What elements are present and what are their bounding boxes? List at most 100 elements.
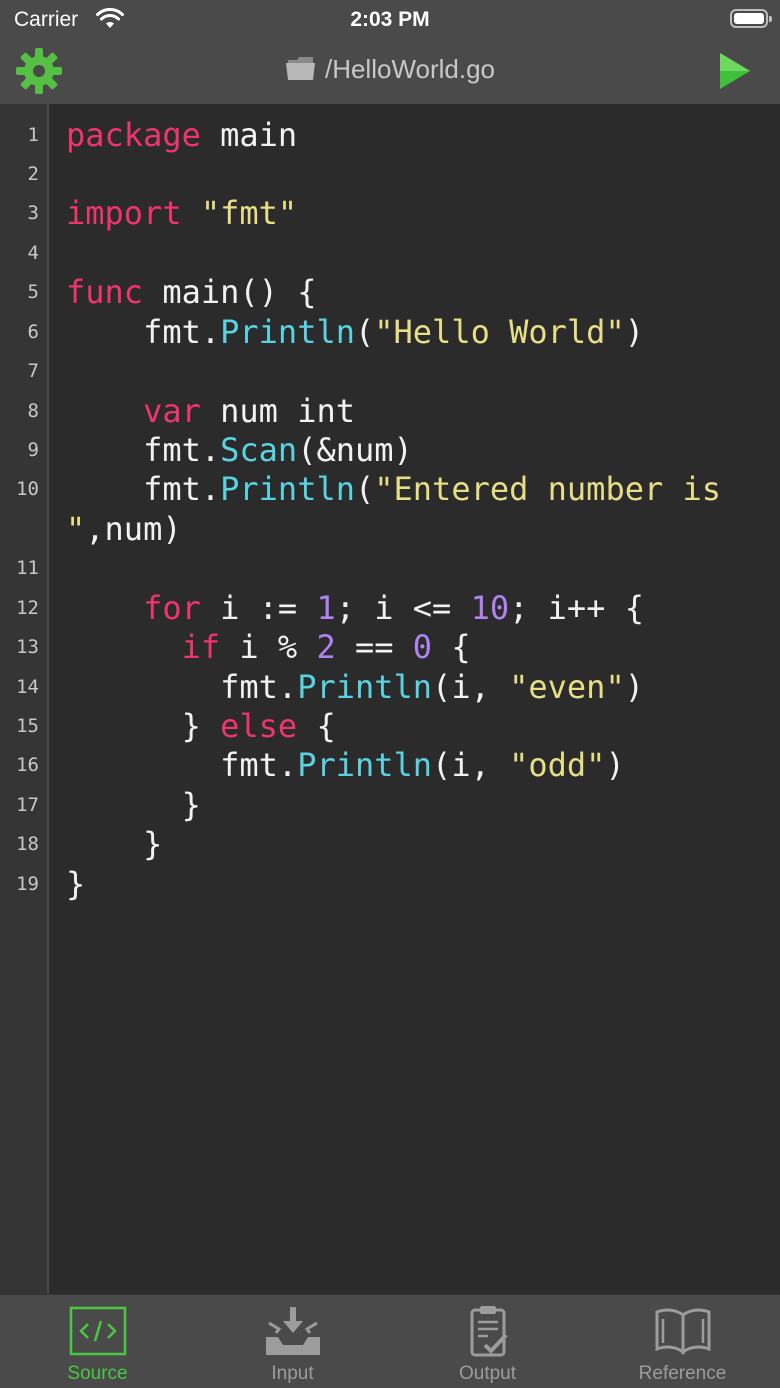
- tab-reference[interactable]: Reference: [585, 1295, 780, 1388]
- code-token: ): [624, 668, 644, 706]
- code-token: package: [66, 116, 201, 154]
- line-number: 3: [27, 202, 39, 224]
- line-number: 7: [27, 360, 39, 382]
- code-line: fmt.Println(i, "odd"): [66, 746, 625, 785]
- clipboard-check-icon: [470, 1306, 507, 1357]
- code-token: Println: [297, 668, 433, 706]
- line-number: 11: [16, 557, 39, 579]
- code-token: (: [354, 313, 375, 351]
- code-token: ; i++ {: [509, 589, 644, 627]
- code-token: }: [66, 786, 201, 824]
- code-token: fmt.: [66, 746, 298, 784]
- code-token: "Entered number is: [374, 470, 722, 508]
- source-code-icon: [69, 1306, 126, 1356]
- code-token: func: [66, 273, 144, 311]
- tab-output[interactable]: Output: [390, 1295, 585, 1388]
- code-token: fmt.: [66, 313, 221, 351]
- code-line: for i := 1; i <= 10; i++ {: [66, 589, 644, 628]
- code-line: fmt.Println("Hello World"): [66, 313, 644, 352]
- code-token: "fmt": [200, 194, 298, 232]
- play-icon[interactable]: [716, 50, 754, 92]
- code-token: i %: [220, 628, 317, 666]
- line-number: 15: [16, 715, 39, 737]
- tab-label: Reference: [638, 1363, 727, 1384]
- line-number: 14: [16, 676, 39, 698]
- code-token: Println: [297, 746, 433, 784]
- code-token: 1: [316, 589, 336, 627]
- code-token: "odd": [509, 746, 606, 784]
- code-token: var: [143, 392, 201, 430]
- line-number: 12: [16, 597, 39, 619]
- code-line: fmt.Println(i, "even"): [66, 668, 644, 707]
- code-token: else: [220, 707, 298, 745]
- line-number: 19: [16, 873, 39, 895]
- code-token: "even": [509, 668, 625, 706]
- line-number: 9: [27, 439, 39, 461]
- code-token: main: [200, 116, 298, 154]
- open-book-icon: [655, 1308, 710, 1355]
- line-number: 17: [16, 794, 39, 816]
- code-line: }: [66, 865, 85, 904]
- code-token: ): [605, 746, 625, 784]
- line-number-gutter: 1 2 3 4 5 6 7 8 9 10 11 12 13 14 15 16 1…: [0, 104, 49, 1294]
- line-number: 2: [27, 163, 39, 185]
- tab-label: Input: [271, 1363, 314, 1384]
- tab-bar: Source Input Output Reference: [0, 1294, 780, 1388]
- code-token: main() {: [143, 273, 317, 311]
- code-line: }: [66, 825, 162, 864]
- code-token: (i,: [432, 746, 510, 784]
- line-number: 5: [27, 281, 39, 303]
- line-number: 4: [27, 242, 39, 264]
- code-line: fmt.Scan(&num): [66, 431, 413, 470]
- code-line: if i % 2 == 0 {: [66, 628, 471, 667]
- line-number: 1: [27, 124, 39, 146]
- code-editor[interactable]: 1 2 3 4 5 6 7 8 9 10 11 12 13 14 15 16 1…: [0, 104, 780, 1294]
- code-token: ): [624, 313, 644, 351]
- code-line: var num int: [66, 392, 355, 431]
- code-line: func main() {: [66, 273, 316, 312]
- tab-input[interactable]: Input: [195, 1295, 390, 1388]
- code-token: "Hello World": [374, 313, 625, 351]
- tab-label: Output: [458, 1363, 517, 1384]
- code-token: Println: [220, 313, 355, 351]
- code-token: fmt.: [66, 668, 298, 706]
- code-token: i :=: [200, 589, 317, 627]
- nav-bar: /HelloWorld.go: [0, 40, 780, 104]
- code-token: if: [181, 628, 221, 666]
- folder-icon: [285, 57, 315, 80]
- code-token: (i,: [432, 668, 510, 706]
- code-line: } else {: [66, 707, 336, 746]
- code-token: 2: [316, 628, 336, 666]
- code-token: (: [354, 470, 375, 508]
- code-line: package main: [66, 116, 297, 155]
- code-token: import: [66, 194, 182, 232]
- battery-icon: [730, 9, 772, 28]
- tab-source[interactable]: Source: [0, 1295, 195, 1388]
- line-number: 13: [16, 636, 39, 658]
- code-token: 10: [470, 589, 510, 627]
- code-token: ": [66, 510, 86, 548]
- file-title[interactable]: /HelloWorld.go: [0, 54, 780, 85]
- code-token: 0: [412, 628, 433, 666]
- tab-label: Source: [67, 1363, 128, 1384]
- code-line: import "fmt": [66, 194, 297, 233]
- code-token: }: [66, 825, 163, 863]
- line-number: 8: [27, 400, 39, 422]
- code-token: {: [297, 707, 336, 745]
- line-number: 6: [27, 321, 39, 343]
- code-token: Println: [220, 470, 355, 508]
- code-line: fmt.Println("Entered number is: [66, 470, 721, 509]
- code-token: for: [143, 589, 201, 627]
- code-token: }: [66, 707, 221, 745]
- code-line: }: [66, 786, 201, 825]
- code-token: ; i <=: [335, 589, 471, 627]
- line-number: 10: [16, 478, 39, 500]
- line-number: 18: [16, 833, 39, 855]
- line-number: 16: [16, 754, 39, 776]
- code-token: fmt.: [66, 470, 221, 508]
- input-tray-icon: [265, 1307, 320, 1355]
